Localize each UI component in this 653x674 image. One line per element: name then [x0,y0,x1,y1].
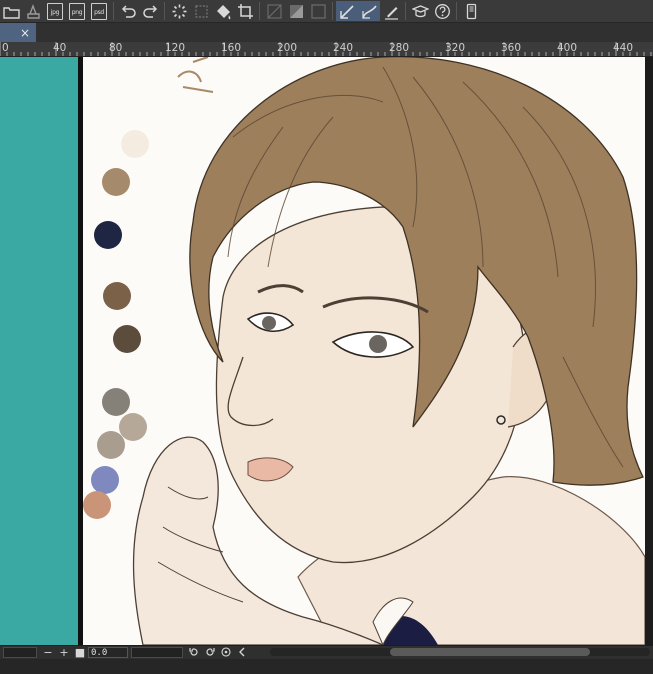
loading-icon [172,4,186,18]
help-icon [434,3,450,19]
canvas-workspace[interactable] [0,57,653,645]
ruler-label: 0 [2,42,9,54]
ruler-toggle-button[interactable] [263,1,285,21]
crop-button[interactable] [234,1,256,21]
rotate-left-button[interactable] [186,646,202,658]
save-icon[interactable] [22,1,44,21]
snap-toggle-icon [289,4,303,18]
color-swatch[interactable] [94,221,122,249]
export-psd-button[interactable]: psd [88,1,110,21]
pen-stroke-button[interactable] [336,1,358,21]
export-jpg-button[interactable]: jpg [44,1,66,21]
canvas-right-border [645,57,653,645]
status-bar-bottom [0,659,653,674]
learn-button[interactable] [409,1,431,21]
scrollbar-thumb[interactable] [390,648,590,656]
zoom-value-field[interactable]: 0.0 [88,646,128,658]
close-icon[interactable]: × [20,27,30,39]
ruler-label: 160 [221,42,242,54]
device-button[interactable] [460,1,482,21]
horizontal-ruler[interactable]: 0 40 80 120 160 200 240 280 320 360 400 … [0,42,653,57]
device-icon [466,3,476,19]
transform-button[interactable] [190,1,212,21]
ruler-label: 120 [165,42,186,54]
export-jpg-icon: jpg [47,2,63,20]
zoom-in-button[interactable]: + [56,646,72,658]
document-tab-strip: × [0,23,653,42]
reset-rotation-button[interactable] [218,646,234,658]
illustration [83,57,645,645]
color-palette[interactable] [83,130,149,519]
toolbar-separator [164,2,165,20]
curve-stroke-button[interactable] [358,1,380,21]
fill-button[interactable] [212,1,234,21]
grid-toggle-button[interactable] [307,1,329,21]
export-png-button[interactable]: png [66,1,88,21]
fit-button[interactable]: ■ [72,646,88,658]
learn-icon [411,4,429,17]
rotate-right-button[interactable] [202,646,218,658]
undo-icon [121,4,136,18]
toolbar-separator [332,2,333,20]
rotation-slider[interactable] [131,646,183,658]
ruler-label: 440 [613,42,634,54]
status-bar: − + ■ 0.0 [0,645,653,674]
color-swatch[interactable] [91,466,119,494]
ruler-ticks [0,42,652,56]
grid-toggle-icon [310,3,326,19]
status-controls: − + ■ 0.0 [0,646,250,658]
toolbar-separator [405,2,406,20]
main-toolbar: jpg png psd [0,0,653,23]
drawing-canvas[interactable] [83,57,645,645]
color-swatch[interactable] [121,130,149,158]
export-png-icon: png [69,2,85,20]
undo-button[interactable] [117,1,139,21]
background-layer-panel [0,57,78,645]
layer-slider[interactable] [3,646,37,658]
ruler-label: 360 [501,42,522,54]
color-swatch[interactable] [102,168,130,196]
transform-icon [194,4,208,18]
toolbar-separator [113,2,114,20]
redo-icon [142,4,157,18]
color-swatch[interactable] [119,413,147,441]
help-button[interactable] [431,1,453,21]
ruler-label: 400 [557,42,578,54]
fill-icon [216,4,230,19]
toolbar-separator [456,2,457,20]
toolbar-separator [259,2,260,20]
curve-stroke-icon [361,5,377,19]
ruler-label: 280 [389,42,410,54]
redo-button[interactable] [139,1,161,21]
edit-icon [384,6,398,20]
ruler-label: 80 [109,42,123,54]
export-psd-icon: psd [91,2,107,20]
crop-icon [237,3,253,19]
color-swatch[interactable] [103,282,131,310]
edit-button[interactable] [380,1,402,21]
snap-toggle-button[interactable] [285,1,307,21]
ruler-label: 240 [333,42,354,54]
color-swatch[interactable] [83,491,111,519]
document-tab[interactable]: × [0,23,36,42]
annotation-mark [177,57,214,93]
collapse-button[interactable] [234,646,250,658]
color-swatch[interactable] [97,431,125,459]
ruler-label: 320 [445,42,466,54]
horizontal-scrollbar[interactable] [270,648,650,656]
color-swatch[interactable] [113,325,141,353]
zoom-out-button[interactable]: − [40,646,56,658]
ruler-toggle-icon [266,3,282,19]
ruler-label: 200 [277,42,298,54]
open-folder-icon[interactable] [0,1,22,21]
color-swatch[interactable] [102,388,130,416]
pen-stroke-icon [339,4,354,19]
loading-button[interactable] [168,1,190,21]
ruler-label: 40 [53,42,67,54]
